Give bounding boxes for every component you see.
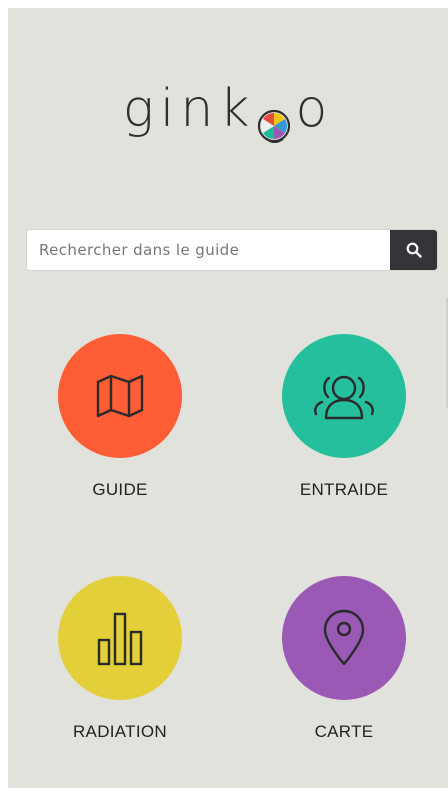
search-icon	[406, 242, 422, 258]
tile-carte-label: CARTE	[314, 722, 374, 741]
map-icon	[96, 374, 144, 418]
bar-chart-icon	[97, 612, 143, 666]
tile-radiation-label: RADIATION	[72, 722, 167, 741]
tile-entraide-circle	[282, 334, 406, 458]
app-logo: gink o	[8, 74, 448, 144]
ginkgo-leaf-icon	[257, 96, 291, 144]
logo-wordmark: gink o	[122, 79, 334, 144]
tile-entraide[interactable]: ENTRAIDE	[244, 334, 444, 500]
tile-carte-circle	[282, 576, 406, 700]
search-input[interactable]	[27, 230, 390, 270]
tile-radiation-circle	[58, 576, 182, 700]
app-screen: gink o Rechercher dans le guide GUIDE EN…	[8, 8, 448, 788]
community-icon	[314, 375, 374, 420]
tile-carte[interactable]: CARTE	[244, 576, 444, 742]
search-button[interactable]	[390, 230, 437, 270]
logo-text-start: gink	[122, 79, 256, 139]
tile-guide[interactable]: GUIDE	[20, 334, 220, 500]
tile-guide-label: GUIDE	[92, 480, 148, 499]
location-pin-icon	[323, 609, 365, 666]
tile-guide-circle	[58, 334, 182, 458]
logo-text-end: o	[295, 79, 334, 139]
search-bar	[27, 230, 437, 270]
tile-radiation[interactable]: RADIATION	[20, 576, 220, 742]
tile-entraide-label: ENTRAIDE	[299, 480, 389, 499]
